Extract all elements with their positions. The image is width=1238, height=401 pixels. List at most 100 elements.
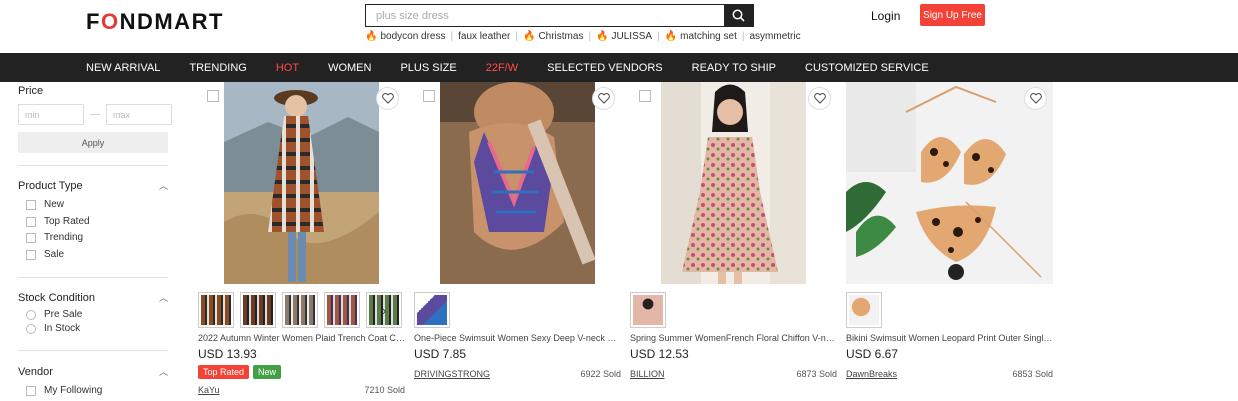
filter-option-pre-sale[interactable]: Pre Sale [26,309,82,320]
product-image[interactable] [198,82,405,284]
select-checkbox[interactable] [423,90,435,102]
product-price: USD 7.85 [414,347,467,361]
product-title[interactable]: One-Piece Swimsuit Women Sexy Deep V-nec… [414,333,621,343]
variant-thumb[interactable] [630,292,666,328]
hot-tag[interactable]: 🔥 Christmas | [523,31,596,42]
nav-new-arrival[interactable]: NEW ARRIVAL [86,62,160,74]
color-variants [846,292,888,328]
product-image[interactable] [846,82,1053,284]
filter-option-new[interactable]: New [26,199,64,210]
vendor-row: BILLION 6873 Sold [630,369,837,379]
hot-tag[interactable]: 🔥 bodycon dress | [365,31,458,42]
vendor-row: DRIVINGSTRONG 6922 Sold [414,369,621,379]
variant-thumb[interactable] [240,292,276,328]
vendor-row: KaYu 7210 Sold [198,385,405,395]
nav-customized-service[interactable]: CUSTOMIZED SERVICE [805,62,929,74]
product-card[interactable]: Bikini Swimsuit Women Leopard Print Oute… [846,82,1053,401]
select-checkbox[interactable] [207,90,219,102]
checkbox[interactable] [26,199,36,210]
search-input[interactable] [366,5,724,26]
vendor-link[interactable]: KaYu [198,385,220,395]
product-title[interactable]: Bikini Swimsuit Women Leopard Print Oute… [846,333,1053,343]
vendor-link[interactable]: BILLION [630,369,665,379]
stock-condition-header[interactable]: Stock Condition ︿ [18,291,168,304]
variant-thumb[interactable] [846,292,882,328]
logo[interactable]: FONDMART [86,9,224,35]
floral-dress-photo [630,82,837,284]
variant-thumb[interactable] [324,292,360,328]
nav-22fw[interactable]: 22F/W [486,62,518,74]
heart-icon [1029,93,1042,104]
search-bar [365,4,754,27]
checkbox[interactable] [26,232,36,243]
filter-option-in-stock[interactable]: In Stock [26,323,80,334]
filter-option-my-following[interactable]: My Following [26,385,102,396]
wishlist-button[interactable] [592,87,615,110]
radio[interactable] [26,309,36,320]
wishlist-button[interactable] [1024,87,1047,110]
color-variants [414,292,456,328]
divider [18,277,168,278]
nav-hot[interactable]: HOT [276,62,299,74]
chevron-right-icon[interactable]: › [382,303,386,318]
checkbox[interactable] [26,216,36,227]
price-dash: — [90,109,100,120]
apply-price-button[interactable]: Apply [18,132,168,153]
wishlist-button[interactable] [808,87,831,110]
divider [18,165,168,166]
plaid-coat-photo [198,82,405,284]
vendor-header[interactable]: Vendor ︿ [18,365,168,378]
badge-top-rated: Top Rated [198,365,250,379]
product-price: USD 13.93 [198,347,257,361]
product-price: USD 12.53 [630,347,689,361]
radio[interactable] [26,323,36,334]
chevron-up-icon: ︿ [158,367,168,377]
sold-count: 7210 Sold [364,385,405,395]
nav-ready-to-ship[interactable]: READY TO SHIP [692,62,776,74]
nav-selected-vendors[interactable]: SELECTED VENDORS [547,62,663,74]
product-title[interactable]: 2022 Autumn Winter Women Plaid Trench Co… [198,333,405,343]
signup-button[interactable]: Sign Up Free [920,4,985,26]
price-max-input[interactable] [106,104,172,125]
product-image[interactable] [630,82,837,284]
login-link[interactable]: Login [871,9,900,23]
product-image[interactable] [414,82,621,284]
swimsuit-photo [414,82,621,284]
nav-plus-size[interactable]: PLUS SIZE [400,62,456,74]
hot-tag[interactable]: 🔥 JULISSA | [596,31,665,42]
nav-women[interactable]: WOMEN [328,62,371,74]
product-card[interactable]: Spring Summer WomenFrench Floral Chiffon… [630,82,837,401]
price-min-input[interactable] [18,104,84,125]
filter-option-trending[interactable]: Trending [26,232,83,243]
hot-search-tags: 🔥 bodycon dress | faux leather | 🔥 Christmas… [365,31,801,42]
checkbox[interactable] [26,249,36,260]
vendor-link[interactable]: DRIVINGSTRONG [414,369,490,379]
select-checkbox[interactable] [639,90,651,102]
search-button[interactable] [724,5,753,26]
hot-tag[interactable]: faux leather | [458,31,523,42]
price-filter-title: Price [18,85,44,97]
product-card[interactable]: › 2022 Autumn Winter Women Plaid Trench … [198,82,405,401]
search-icon [732,9,745,22]
hot-tag[interactable]: asymmetric [749,31,800,42]
filter-option-top-rated[interactable]: Top Rated [26,216,90,227]
vendor-link[interactable]: DawnBreaks [846,369,897,379]
fire-icon: 🔥 [664,31,678,42]
variant-thumb[interactable] [414,292,450,328]
product-card[interactable]: One-Piece Swimsuit Women Sexy Deep V-nec… [414,82,621,401]
variant-thumb[interactable] [198,292,234,328]
filter-option-sale[interactable]: Sale [26,249,64,260]
heart-icon [813,93,826,104]
hot-tag[interactable]: 🔥 matching set | [665,31,750,42]
wishlist-button[interactable] [376,87,399,110]
divider [18,350,168,351]
main-nav: NEW ARRIVAL TRENDING HOT WOMEN PLUS SIZE… [0,53,1238,82]
chevron-up-icon: ︿ [158,181,168,191]
heart-icon [381,93,394,104]
variant-thumb[interactable] [282,292,318,328]
nav-trending[interactable]: TRENDING [189,62,246,74]
product-type-header[interactable]: Product Type ︿ [18,179,168,192]
checkbox[interactable] [26,385,36,396]
product-title[interactable]: Spring Summer WomenFrench Floral Chiffon… [630,333,837,343]
color-variants [630,292,672,328]
